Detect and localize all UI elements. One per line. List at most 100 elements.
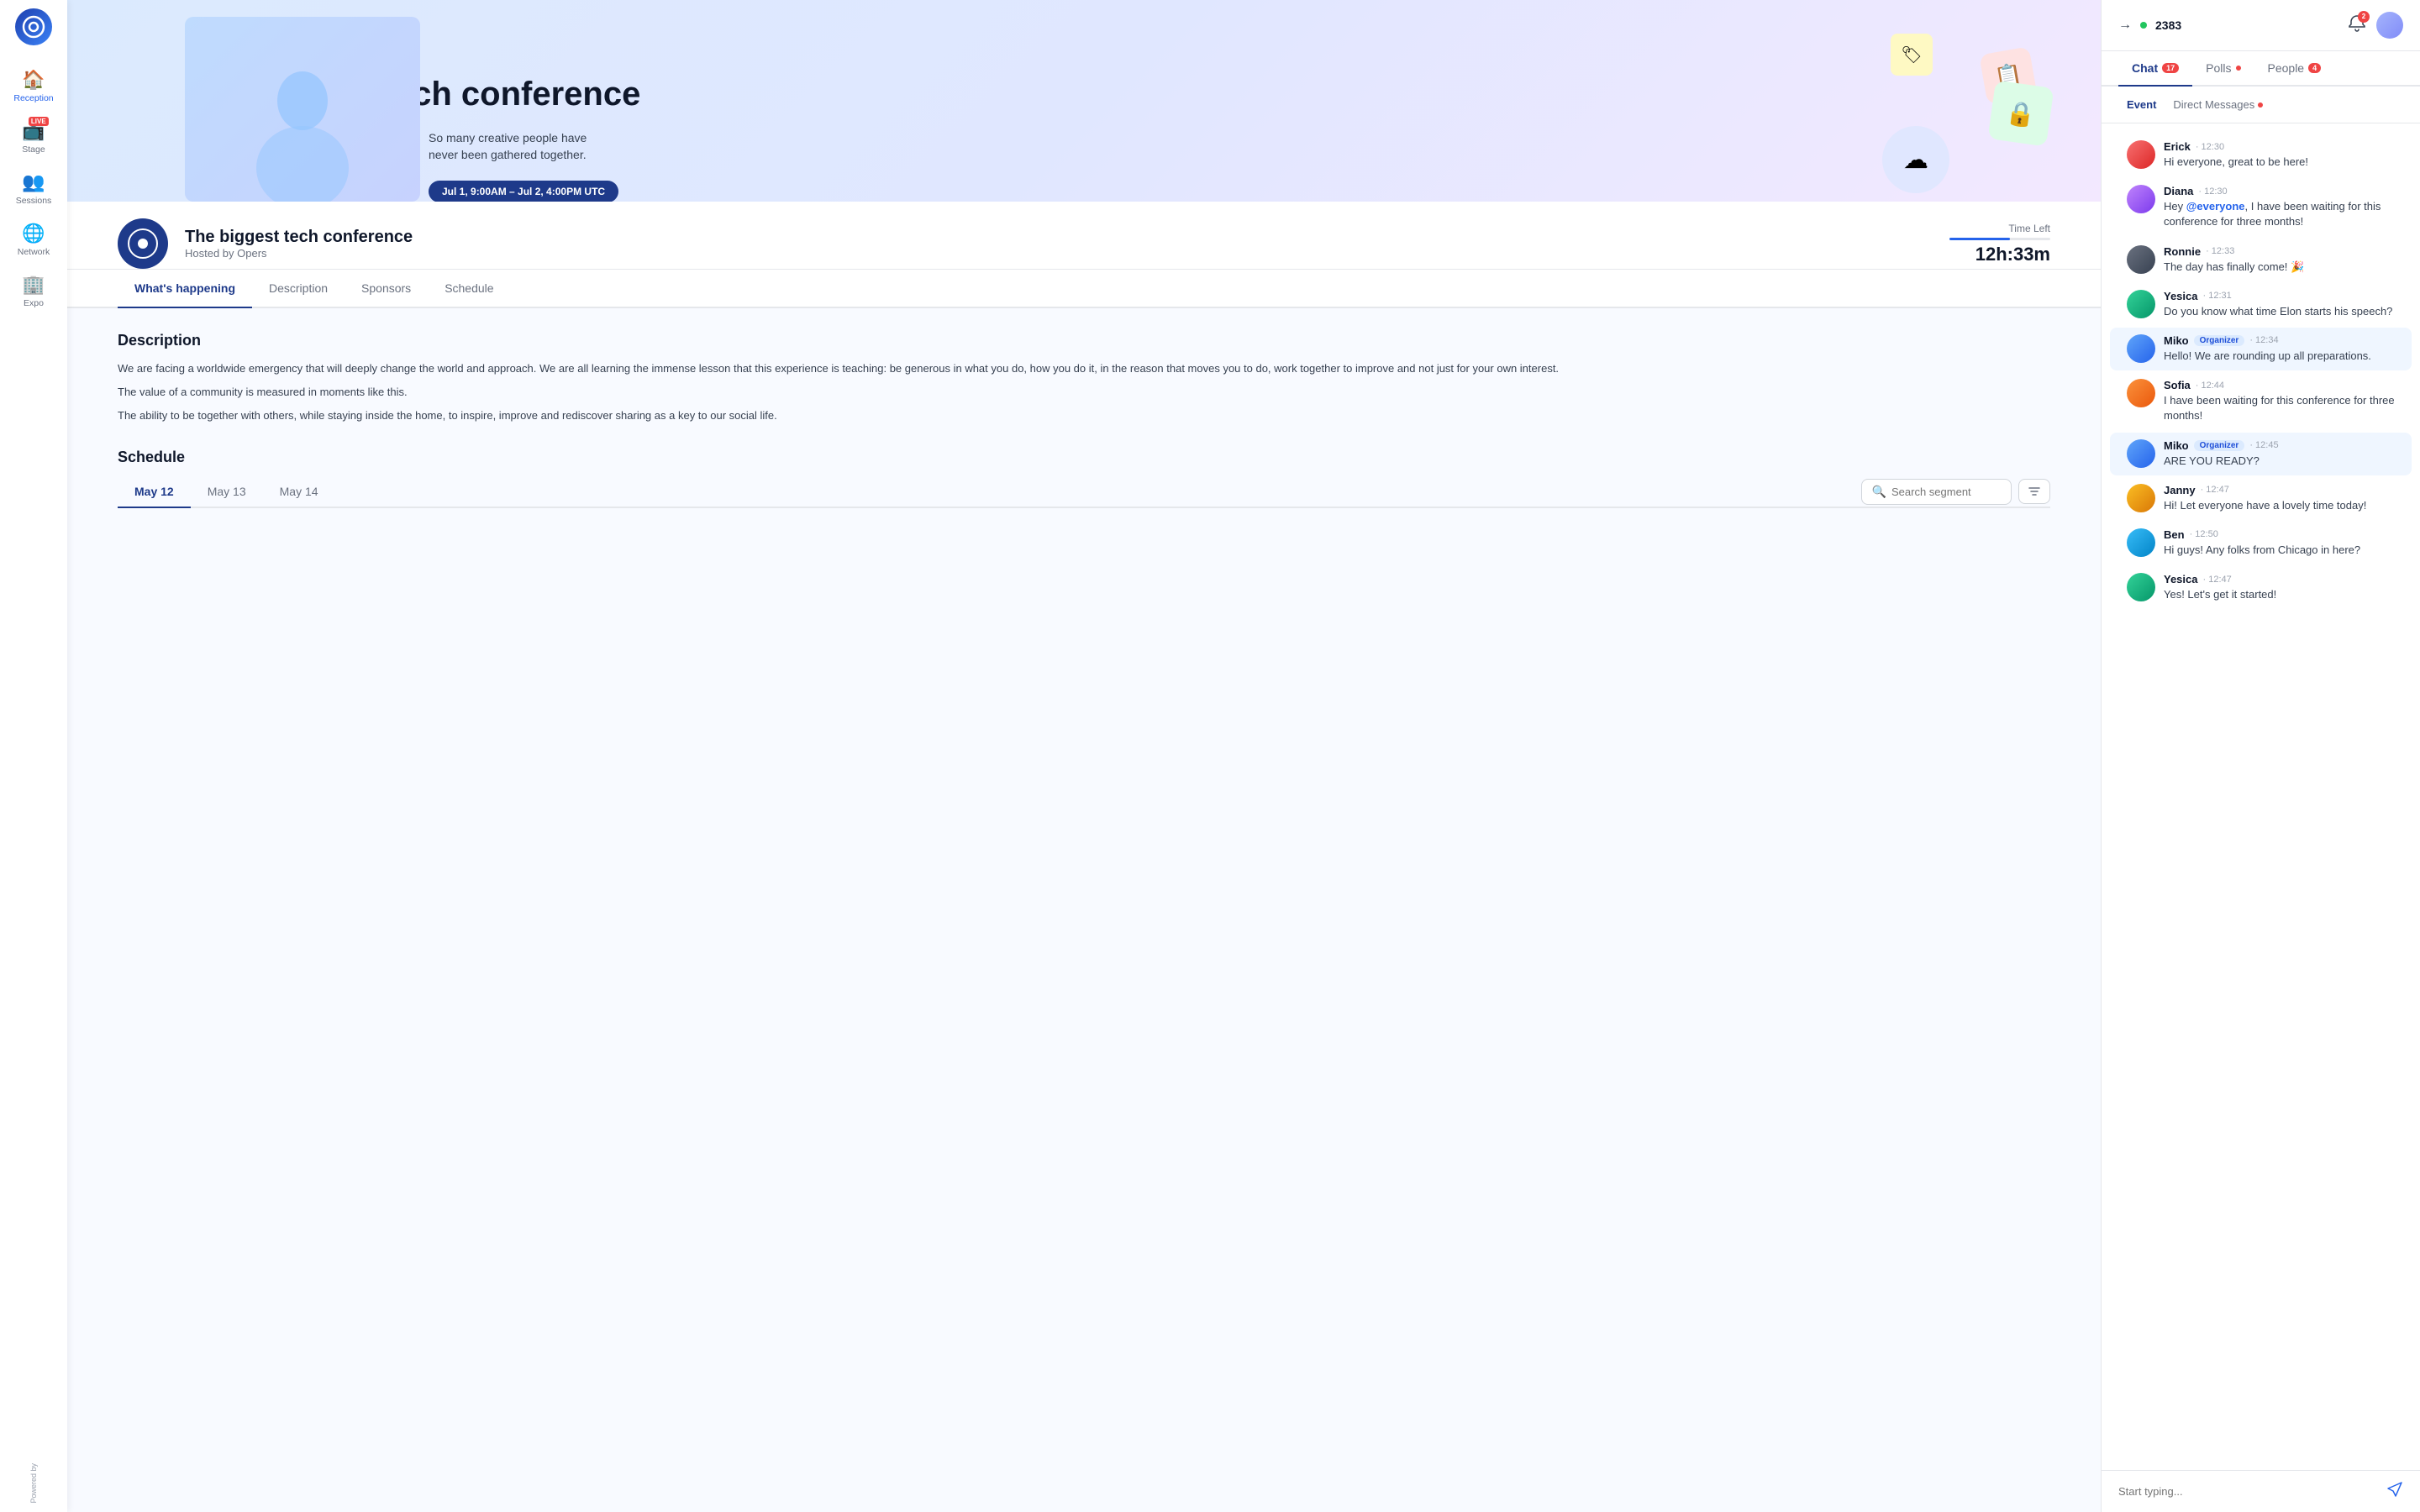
schedule-tab-may12[interactable]: May 12 [118,476,191,508]
polls-dot [2236,66,2241,71]
banner-subtitle: So many creative people have never been … [429,130,613,163]
timer-progress [1949,238,2010,240]
timer-value: 12h:33m [1949,244,2050,265]
event-timer: Time Left 12h:33m [1949,223,2050,265]
msg-time: · 12:30 [2196,142,2224,152]
search-box: 🔍 [1861,479,2012,505]
sidebar-item-reception[interactable]: 🏠 Reception [0,62,67,110]
msg-name: Miko [2164,439,2189,452]
search-icon: 🔍 [1872,485,1886,499]
people-badge: 4 [2308,63,2321,73]
subtab-dm[interactable]: Direct Messages [2165,95,2271,114]
banner-person [185,17,420,202]
schedule-tab-may14[interactable]: May 14 [263,476,335,508]
notification-badge: 2 [2358,11,2370,23]
msg-name: Diana [2164,185,2193,197]
avatar-ronnie [2127,245,2155,274]
network-icon: 🌐 [22,223,45,244]
description-text-3: The ability to be together with others, … [118,407,2050,425]
online-indicator [2140,22,2147,29]
message-item: Ronnie · 12:33 The day has finally come!… [2110,239,2412,281]
msg-text: Hi guys! Any folks from Chicago in here? [2164,543,2395,558]
sidebar-item-sessions[interactable]: 👥 Sessions [0,165,67,213]
expo-icon: 🏢 [22,274,45,296]
avatar-erick [2127,140,2155,169]
stage-icon-wrap: 📺 LIVE [22,120,45,142]
schedule-section: Schedule May 12 May 13 May 14 🔍 [118,449,2050,508]
user-avatar[interactable] [2376,12,2403,39]
filter-button[interactable] [2018,479,2050,504]
dm-dot [2258,102,2263,108]
msg-time: · 12:50 [2190,529,2218,539]
expand-icon[interactable]: → [2118,18,2132,33]
filter-icon [2028,485,2041,498]
event-host: Hosted by Opers [185,247,1933,260]
avatar-yesica2 [2127,573,2155,601]
deco-icon-2: ☁ [1882,126,1949,193]
notifications-button[interactable]: 2 [2348,14,2366,37]
event-banner: © opers The biggest tech conference So m… [67,0,2101,202]
content-body: Description We are facing a worldwide em… [67,308,2101,532]
avatar-ben [2127,528,2155,557]
event-logo [118,218,168,269]
organizer-badge: Organizer [2194,335,2245,346]
avatar-yesica [2127,290,2155,318]
message-item: Yesica · 12:31 Do you know what time Elo… [2110,283,2412,326]
tab-chat[interactable]: Chat 17 [2118,51,2192,87]
tab-schedule[interactable]: Schedule [428,270,510,308]
chat-input[interactable] [2118,1485,2378,1498]
schedule-tabs: May 12 May 13 May 14 🔍 [118,476,2050,508]
message-item: Erick · 12:30 Hi everyone, great to be h… [2110,134,2412,176]
message-item: Sofia · 12:44 I have been waiting for th… [2110,372,2412,430]
msg-text: ARE YOU READY? [2164,454,2395,469]
msg-text: Hi! Let everyone have a lovely time toda… [2164,498,2395,513]
msg-name: Miko [2164,334,2189,347]
right-panel-topbar: → 2383 2 [2102,0,2420,51]
avatar-sofia [2127,379,2155,407]
tab-description[interactable]: Description [252,270,345,308]
send-icon [2386,1481,2403,1498]
message-item: Diana · 12:30 Hey @everyone, I have been… [2110,178,2412,236]
message-subtabs: Event Direct Messages [2102,87,2420,123]
app-logo[interactable] [15,8,52,45]
tab-sponsors[interactable]: Sponsors [345,270,428,308]
tab-people[interactable]: People 4 [2254,51,2335,87]
timer-bar [1949,238,2050,240]
deco-tag: 🏷 [1891,34,1933,76]
msg-name: Janny [2164,484,2196,496]
msg-text: I have been waiting for this conference … [2164,393,2395,423]
msg-name: Yesica [2164,573,2198,585]
chat-badge: 17 [2162,63,2179,73]
msg-time: · 12:31 [2203,291,2232,301]
send-button[interactable] [2386,1481,2403,1502]
attendee-count: 2383 [2155,18,2181,32]
message-item: Janny · 12:47 Hi! Let everyone have a lo… [2110,477,2412,520]
message-item: Yesica · 12:47 Yes! Let's get it started… [2110,566,2412,609]
description-title: Description [118,332,2050,349]
description-text-1: We are facing a worldwide emergency that… [118,360,2050,378]
event-title: The biggest tech conference [185,228,1933,247]
avatar-diana [2127,185,2155,213]
msg-text: Hi everyone, great to be here! [2164,155,2395,170]
search-input[interactable] [1891,486,2001,498]
subtab-event[interactable]: Event [2118,95,2165,114]
sidebar-item-network[interactable]: 🌐 Network [0,216,67,264]
msg-text: Hello! We are rounding up all preparatio… [2164,349,2395,364]
tab-whats-happening[interactable]: What's happening [118,270,252,308]
schedule-tab-may13[interactable]: May 13 [191,476,263,508]
banner-date: Jul 1, 9:00AM – Jul 2, 4:00PM UTC [429,181,618,202]
sidebar: 🏠 Reception 📺 LIVE Stage 👥 Sessions 🌐 Ne… [0,0,67,1512]
tab-polls[interactable]: Polls [2192,51,2254,87]
schedule-search: 🔍 [1861,479,2050,505]
event-header: The biggest tech conference Hosted by Op… [67,202,2101,270]
organizer-badge: Organizer [2194,440,2245,451]
sidebar-item-stage[interactable]: 📺 LIVE Stage [0,113,67,161]
msg-time: · 12:44 [2196,381,2224,391]
msg-name: Ronnie [2164,245,2201,258]
sidebar-item-expo[interactable]: 🏢 Expo [0,267,67,315]
msg-time: · 12:47 [2203,575,2232,585]
msg-time: · 12:34 [2249,335,2278,345]
right-panel: → 2383 2 Chat 17 Polls People [2101,0,2420,1512]
avatar-miko2 [2127,439,2155,468]
live-badge: LIVE [29,117,49,126]
